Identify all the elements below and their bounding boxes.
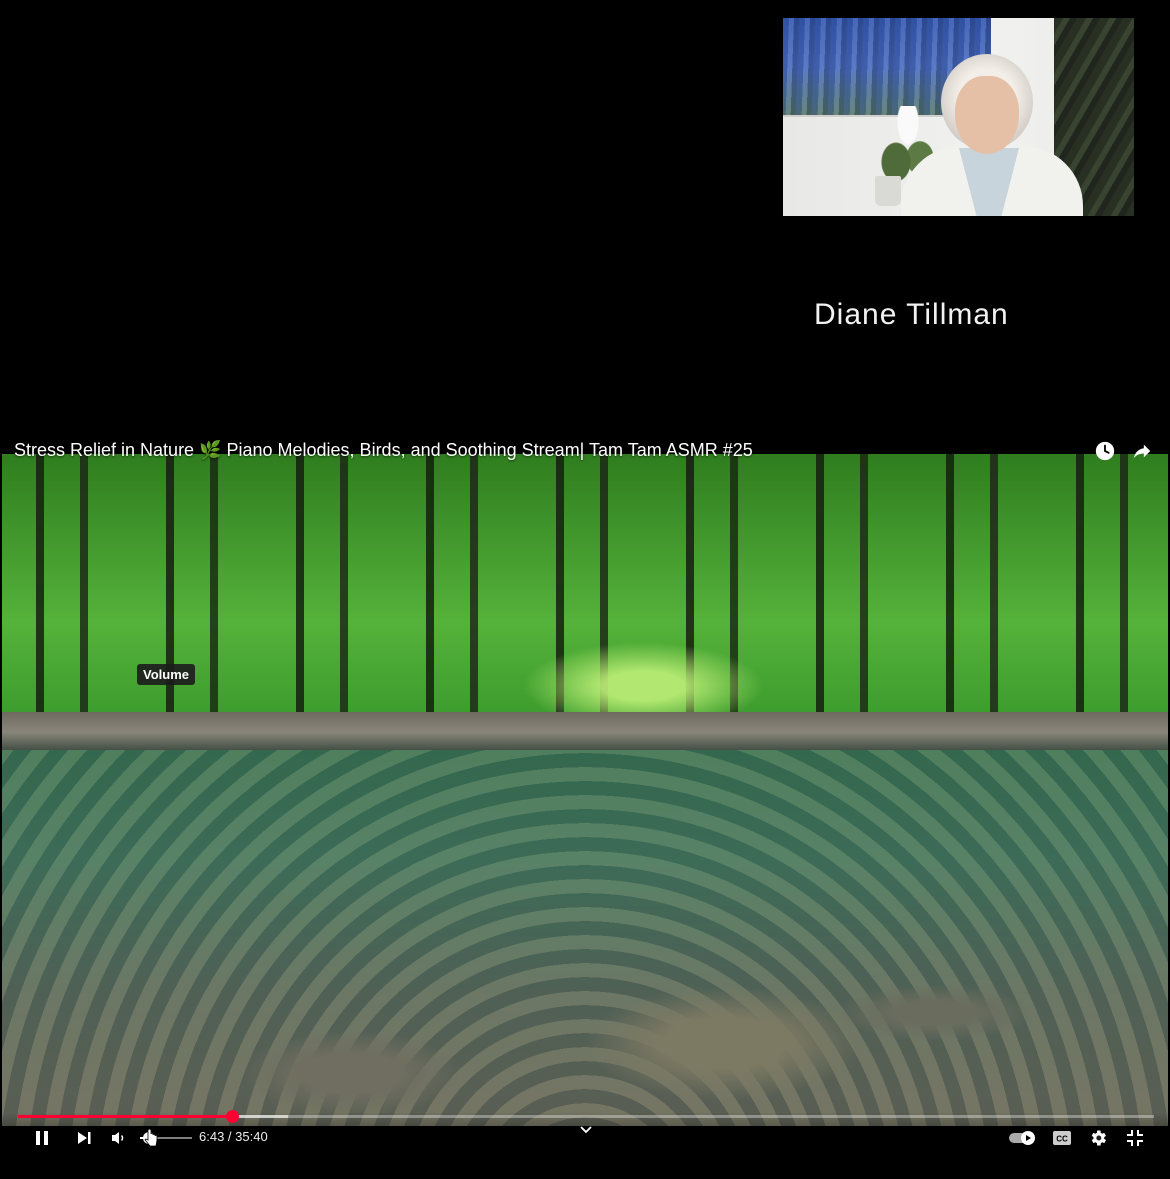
autoplay-toggle[interactable] [1008,1126,1038,1150]
video-frame[interactable] [2,454,1168,1126]
participant-name: Diane Tillman [814,298,1009,331]
pause-button[interactable] [30,1126,54,1150]
fullscreen-exit-button[interactable] [1123,1126,1147,1150]
player-controls: 6:43 / 35:40 CC [0,1110,1170,1156]
plant-pot [875,176,901,206]
autoplay-toggle-icon [1009,1131,1035,1145]
share-icon[interactable] [1129,438,1155,464]
time-display: 6:43 / 35:40 [199,1129,268,1144]
progress-played [18,1115,232,1118]
next-button[interactable] [72,1126,96,1150]
participant-face [955,76,1019,154]
settings-icon [1091,1130,1106,1146]
video-title[interactable]: Stress Relief in Nature 🌿 Piano Melodies… [14,440,753,461]
chevron-down-icon[interactable] [578,1122,594,1138]
progress-bar[interactable] [18,1110,1154,1123]
mouse-cursor-icon [144,1128,158,1147]
river-bank [2,712,1168,752]
next-icon [78,1132,91,1144]
captions-icon: CC [1053,1131,1071,1145]
volume-tooltip: Volume [137,664,195,685]
captions-button[interactable]: CC [1050,1126,1074,1150]
watch-later-icon[interactable] [1092,438,1118,464]
fullscreen-exit-icon [1127,1130,1143,1146]
settings-button[interactable] [1086,1126,1110,1150]
stream-water [2,750,1168,1126]
volume-icon [112,1132,124,1144]
participant-video-tile [783,18,1134,216]
video-player[interactable]: Stress Relief in Nature 🌿 Piano Melodies… [0,426,1170,1156]
pause-icon [36,1131,48,1145]
svg-text:CC: CC [1056,1135,1068,1144]
mute-button[interactable] [108,1126,130,1150]
forest-canopy [2,454,1168,744]
progress-scrubber[interactable] [225,1110,239,1123]
